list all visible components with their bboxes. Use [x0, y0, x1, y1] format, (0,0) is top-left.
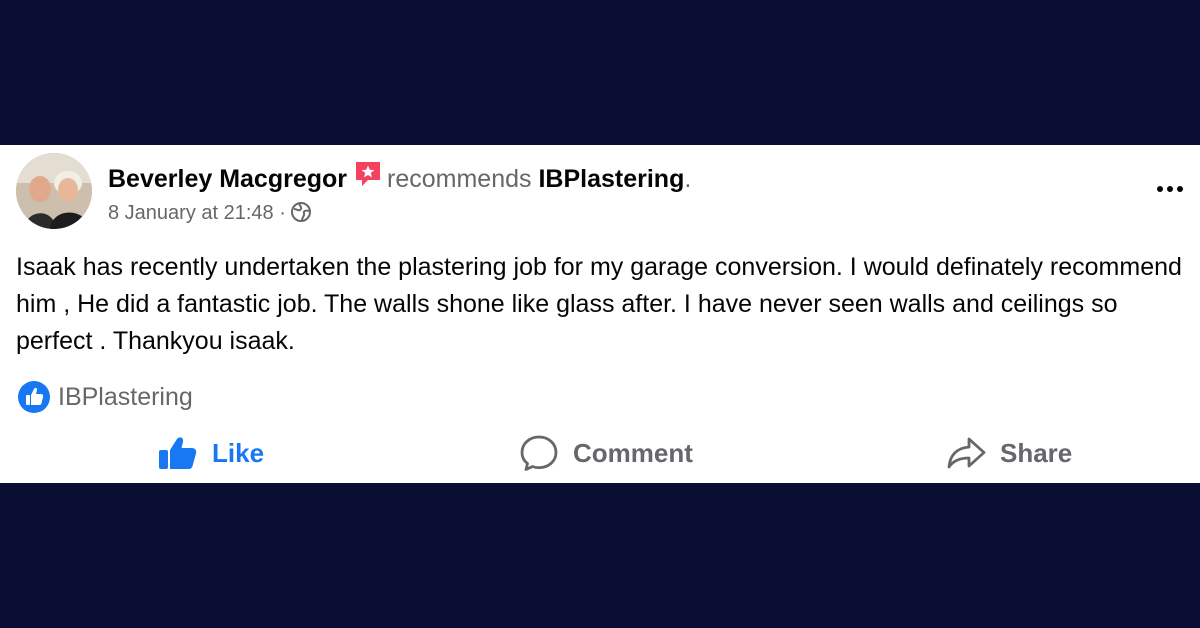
period-text: .	[684, 165, 692, 193]
post-card: Beverley Macgregor recommends IBPlasterin…	[0, 145, 1200, 483]
meta-separator: ·	[279, 202, 286, 224]
globe-icon	[290, 201, 312, 230]
comment-label: Comment	[573, 437, 693, 468]
recommends-text: recommends	[387, 165, 532, 193]
recommend-badge-icon	[353, 159, 383, 197]
post-meta: 8 January at 21:48 ·	[108, 200, 312, 230]
author-name[interactable]: Beverley Macgregor	[108, 165, 347, 193]
like-icon	[18, 381, 50, 413]
reaction-name: IBPlastering	[58, 382, 193, 411]
page-name-link[interactable]: IBPlastering	[538, 165, 684, 193]
comment-button[interactable]: Comment	[519, 429, 693, 477]
avatar-photo	[16, 153, 92, 229]
more-options-button[interactable]	[1152, 177, 1188, 201]
more-dot-icon	[1167, 186, 1173, 192]
share-icon	[947, 437, 986, 469]
share-label: Share	[1000, 437, 1073, 468]
post-header: Beverley Macgregor recommends IBPlasterin…	[108, 159, 691, 197]
reaction-summary[interactable]: IBPlastering	[18, 380, 193, 414]
thumbs-up-icon	[159, 437, 197, 469]
comment-icon	[520, 435, 558, 471]
like-button[interactable]: Like	[158, 429, 264, 477]
avatar[interactable]	[16, 153, 92, 229]
post-body: Isaak has recently undertaken the plaste…	[16, 253, 1182, 355]
action-bar: Like Comment Share	[0, 429, 1200, 477]
more-dot-icon	[1157, 186, 1163, 192]
more-dot-icon	[1177, 186, 1183, 192]
page-background: Beverley Macgregor recommends IBPlasterin…	[0, 0, 1200, 628]
share-button[interactable]: Share	[946, 429, 1072, 477]
like-label: Like	[212, 437, 265, 468]
timestamp[interactable]: 8 January at 21:48	[108, 202, 274, 224]
